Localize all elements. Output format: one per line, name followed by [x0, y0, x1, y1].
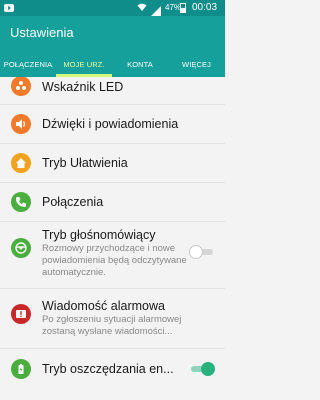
- led-indicator-icon: [11, 77, 31, 96]
- steering-wheel-icon: [11, 238, 31, 258]
- setting-power-saving[interactable]: Tryb oszczędzania en...: [0, 349, 225, 389]
- setting-calls[interactable]: Połączenia: [0, 183, 225, 221]
- setting-label: Tryb głośnomówiący: [42, 228, 156, 242]
- setting-led-indicator[interactable]: Wskaźnik LED: [0, 77, 225, 99]
- app-bar: Ustawienia: [0, 16, 225, 53]
- settings-list[interactable]: Wskaźnik LED Dźwięki i powiadomienia Try…: [0, 77, 225, 400]
- youtube-notification-icon: [4, 4, 14, 12]
- speaker-icon: [11, 114, 31, 134]
- setting-label: Tryb oszczędzania en...: [42, 362, 174, 376]
- tab-label: POŁĄCZENIA: [3, 60, 53, 69]
- tab-more[interactable]: WIĘCEJ: [168, 53, 225, 77]
- setting-label: Dźwięki i powiadomienia: [42, 117, 179, 131]
- wifi-icon: [137, 2, 147, 16]
- tab-label: WIĘCEJ: [182, 60, 211, 69]
- home-icon: [11, 153, 31, 173]
- battery-percent: 47%: [165, 3, 182, 12]
- setting-label: Połączenia: [42, 195, 104, 209]
- sos-message-icon: [11, 304, 31, 324]
- battery-icon: [180, 3, 186, 13]
- signal-icon: [151, 3, 161, 16]
- setting-emergency-message[interactable]: Wiadomość alarmowa Po zgłoszeniu sytuacj…: [0, 289, 225, 347]
- hands-free-toggle[interactable]: [189, 245, 215, 259]
- battery-icon: [11, 359, 31, 379]
- setting-description: Po zgłoszeniu sytuacji alarmowej zostaną…: [42, 314, 182, 337]
- toggle-knob: [189, 245, 203, 259]
- tab-my-device[interactable]: MOJE URZ.: [56, 53, 112, 77]
- power-saving-toggle[interactable]: [189, 362, 215, 376]
- status-bar: 47% 00:03: [0, 0, 225, 16]
- setting-easy-mode[interactable]: Tryb Ułatwienia: [0, 144, 225, 182]
- setting-label: Tryb Ułatwienia: [42, 156, 128, 170]
- tab-bar: POŁĄCZENIA MOJE URZ. KONTA WIĘCEJ: [0, 53, 225, 77]
- setting-label: Wiadomość alarmowa: [42, 299, 165, 313]
- tab-label: MOJE URZ.: [63, 60, 105, 69]
- setting-sounds-notifications[interactable]: Dźwięki i powiadomienia: [0, 105, 225, 143]
- setting-description: Rozmowy przychodzące i nowe powiadomieni…: [42, 243, 187, 278]
- clock: 00:03: [192, 2, 218, 13]
- tab-accounts[interactable]: KONTA: [112, 53, 168, 77]
- tab-label: KONTA: [127, 60, 153, 69]
- setting-label: Wskaźnik LED: [42, 80, 124, 94]
- toggle-knob: [201, 362, 215, 376]
- phone-icon: [11, 192, 31, 212]
- page-title: Ustawienia: [10, 25, 74, 40]
- tab-connections[interactable]: POŁĄCZENIA: [0, 53, 56, 77]
- setting-hands-free[interactable]: Tryb głośnomówiący Rozmowy przychodzące …: [0, 222, 225, 288]
